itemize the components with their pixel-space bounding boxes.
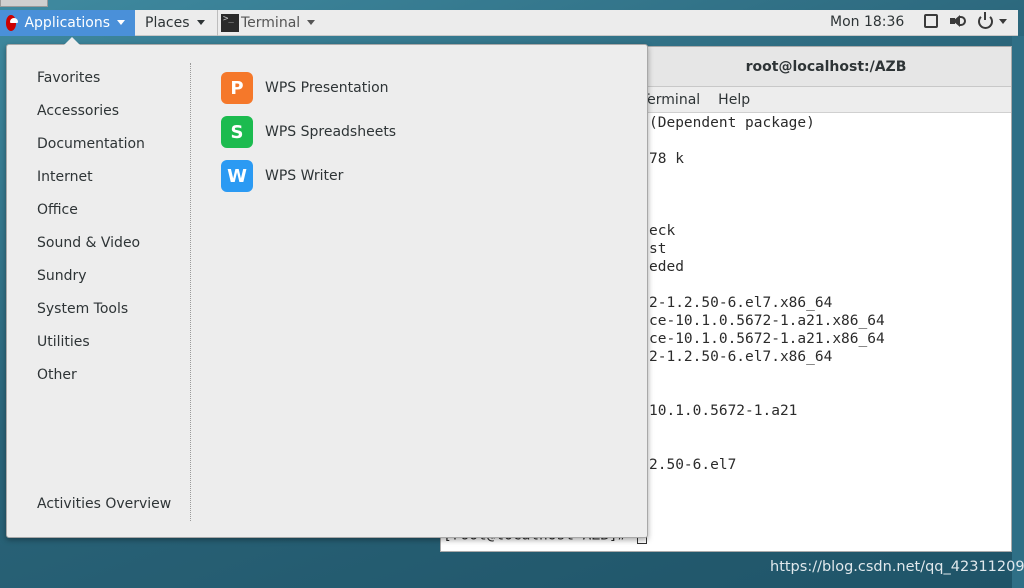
terminal-line: 2.50-6.el7 <box>649 457 737 473</box>
terminal-icon: >_ <box>221 13 239 32</box>
places-label: Places <box>145 14 190 31</box>
screen-icon[interactable] <box>924 14 938 28</box>
chevron-down-icon[interactable] <box>999 18 1007 24</box>
terminal-app-label: Terminal <box>241 14 301 31</box>
category-list: Favorites Accessories Documentation Inte… <box>37 67 145 397</box>
terminal-line: eck <box>649 223 676 239</box>
power-icon[interactable] <box>978 11 993 29</box>
terminal-app-button[interactable]: >_ Terminal <box>218 10 325 36</box>
category-sound-video[interactable]: Sound & Video <box>37 232 145 265</box>
terminal-line: 78 k <box>649 151 684 167</box>
app-list: P WPS Presentation S WPS Spreadsheets W … <box>221 66 396 198</box>
chevron-down-icon <box>196 20 205 25</box>
chevron-down-icon <box>307 20 316 25</box>
category-sundry[interactable]: Sundry <box>37 265 145 298</box>
app-label: WPS Presentation <box>265 80 389 96</box>
window-edge <box>0 0 48 7</box>
terminal-line: ce-10.1.0.5672-1.a21.x86_64 <box>649 313 885 329</box>
terminal-menu-help[interactable]: Help <box>718 92 750 108</box>
category-documentation[interactable]: Documentation <box>37 133 145 166</box>
places-menu-button[interactable]: Places <box>135 10 217 36</box>
redhat-logo-icon <box>6 14 19 31</box>
clock[interactable]: Mon 18:36 <box>830 14 904 30</box>
terminal-line: (Dependent package) <box>649 115 815 131</box>
app-wps-spreadsheets[interactable]: S WPS Spreadsheets <box>221 110 396 154</box>
terminal-line: st <box>649 241 667 257</box>
app-label: WPS Writer <box>265 168 344 184</box>
category-accessories[interactable]: Accessories <box>37 100 145 133</box>
app-wps-presentation[interactable]: P WPS Presentation <box>221 66 396 110</box>
terminal-menu-terminal[interactable]: Terminal <box>641 92 700 108</box>
wps-presentation-icon: P <box>221 72 253 104</box>
category-office[interactable]: Office <box>37 199 145 232</box>
category-system-tools[interactable]: System Tools <box>37 298 145 331</box>
terminal-line: 10.1.0.5672-1.a21 <box>649 403 798 419</box>
top-panel: Applications Places >_ Terminal Mon 18:3… <box>0 9 1018 36</box>
status-area[interactable] <box>924 11 1007 29</box>
watermark: https://blog.csdn.net/qq_42311209 <box>770 559 1024 575</box>
terminal-line: 2-1.2.50-6.el7.x86_64 <box>649 295 833 311</box>
category-utilities[interactable]: Utilities <box>37 331 145 364</box>
menu-divider <box>190 63 191 521</box>
category-favorites[interactable]: Favorites <box>37 67 145 100</box>
chevron-down-icon <box>117 20 125 25</box>
category-other[interactable]: Other <box>37 364 145 397</box>
applications-menu-button[interactable]: Applications <box>0 9 135 36</box>
wps-spreadsheets-icon: S <box>221 116 253 148</box>
app-label: WPS Spreadsheets <box>265 124 397 140</box>
category-internet[interactable]: Internet <box>37 166 145 199</box>
terminal-line: ce-10.1.0.5672-1.a21.x86_64 <box>649 331 885 347</box>
menu-pointer <box>64 37 80 45</box>
activities-overview-button[interactable]: Activities Overview <box>37 496 171 512</box>
desktop-edge <box>1012 36 1024 588</box>
volume-icon[interactable] <box>950 13 966 29</box>
applications-label: Applications <box>24 14 110 31</box>
terminal-line: eded <box>649 259 684 275</box>
terminal-line: 2-1.2.50-6.el7.x86_64 <box>649 349 833 365</box>
wps-writer-icon: W <box>221 160 253 192</box>
applications-menu: Favorites Accessories Documentation Inte… <box>6 37 648 538</box>
app-wps-writer[interactable]: W WPS Writer <box>221 154 396 198</box>
